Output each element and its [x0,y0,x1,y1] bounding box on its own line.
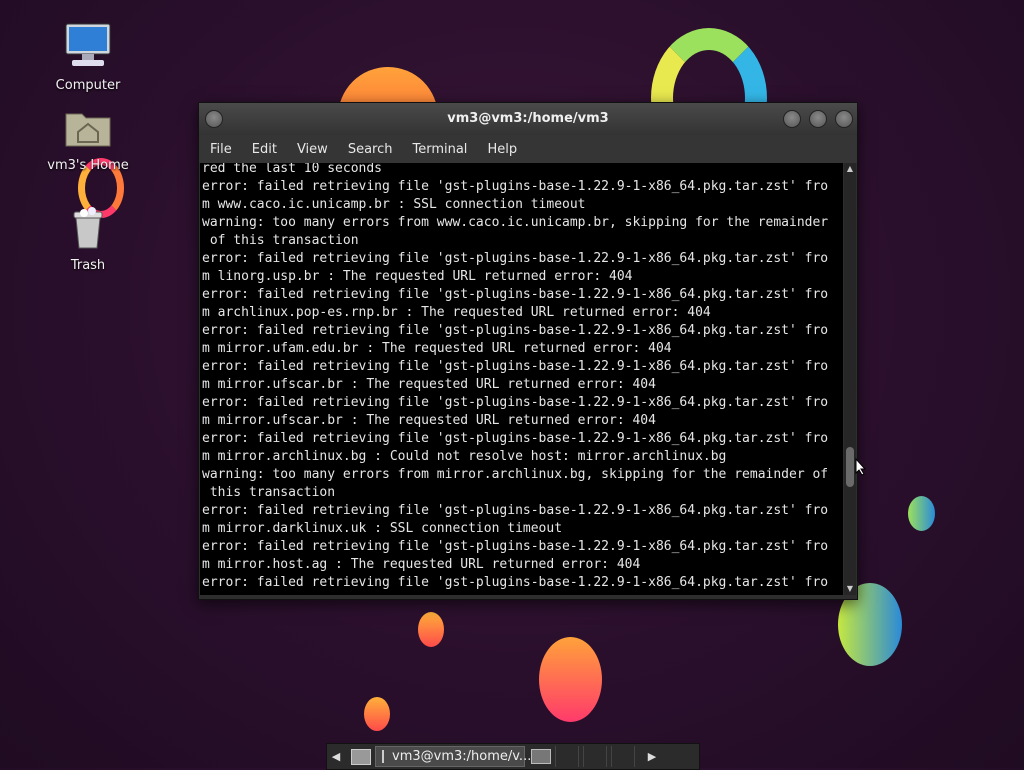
wallpaper-orange-oval-large [539,637,602,722]
workspace-2[interactable] [555,746,579,767]
desktop-icon-label: vm3's Home [47,158,129,173]
menu-help[interactable]: Help [480,142,524,157]
desktop-icon-label: Trash [70,258,106,273]
terminal-output-text: red the last 10 seconds error: failed re… [202,163,829,590]
window-titlebar[interactable]: vm3@vm3:/home/vm3 [199,103,857,135]
file-manager-launcher-icon[interactable] [351,748,371,765]
wallpaper-orange-oval-small [418,612,444,647]
scroll-down-arrow-icon[interactable]: ▼ [844,583,856,595]
desktop-icon-home[interactable]: vm3's Home [43,102,133,173]
workspace-3[interactable] [583,746,607,767]
taskbar-right-arrow-icon[interactable]: ▶ [643,750,661,763]
terminal-window[interactable]: vm3@vm3:/home/vm3 File Edit View Search … [198,102,858,600]
minimize-button[interactable] [783,110,801,128]
trash-icon [62,202,114,254]
workspace-4[interactable] [611,746,635,767]
maximize-button[interactable] [809,110,827,128]
home-folder-icon [62,102,114,154]
taskbar-task-terminal[interactable]: vm3@vm3:/home/v... [375,746,531,767]
taskbar-left-arrow-icon[interactable]: ◀ [327,750,345,763]
desktop-icon-computer[interactable]: Computer [43,22,133,93]
desktop-icon-trash[interactable]: Trash [43,202,133,273]
scroll-up-arrow-icon[interactable]: ▲ [844,163,856,175]
menu-file[interactable]: File [203,142,239,157]
close-button[interactable] [835,110,853,128]
workspace-1-icon[interactable] [531,749,551,764]
wallpaper-orange-oval-tiny [364,697,390,731]
menu-terminal[interactable]: Terminal [405,142,474,157]
vertical-scrollbar[interactable]: ▲ ▼ [844,163,856,595]
window-title: vm3@vm3:/home/vm3 [447,111,609,126]
scrollbar-thumb[interactable] [846,447,854,487]
terminal-icon [382,750,384,763]
menu-edit[interactable]: Edit [245,142,284,157]
menu-view[interactable]: View [290,142,335,157]
wallpaper-blue-green-oval [908,496,935,531]
taskbar: ◀ vm3@vm3:/home/v... ▶ [326,743,700,770]
computer-icon [62,22,114,74]
taskbar-task-label: vm3@vm3:/home/v... [392,749,532,764]
menu-search[interactable]: Search [341,142,400,157]
desktop-icon-label: Computer [55,78,121,93]
terminal-output-area[interactable]: red the last 10 seconds error: failed re… [200,163,843,595]
mouse-cursor-icon [855,457,867,480]
menu-bar: File Edit View Search Terminal Help [199,135,857,163]
